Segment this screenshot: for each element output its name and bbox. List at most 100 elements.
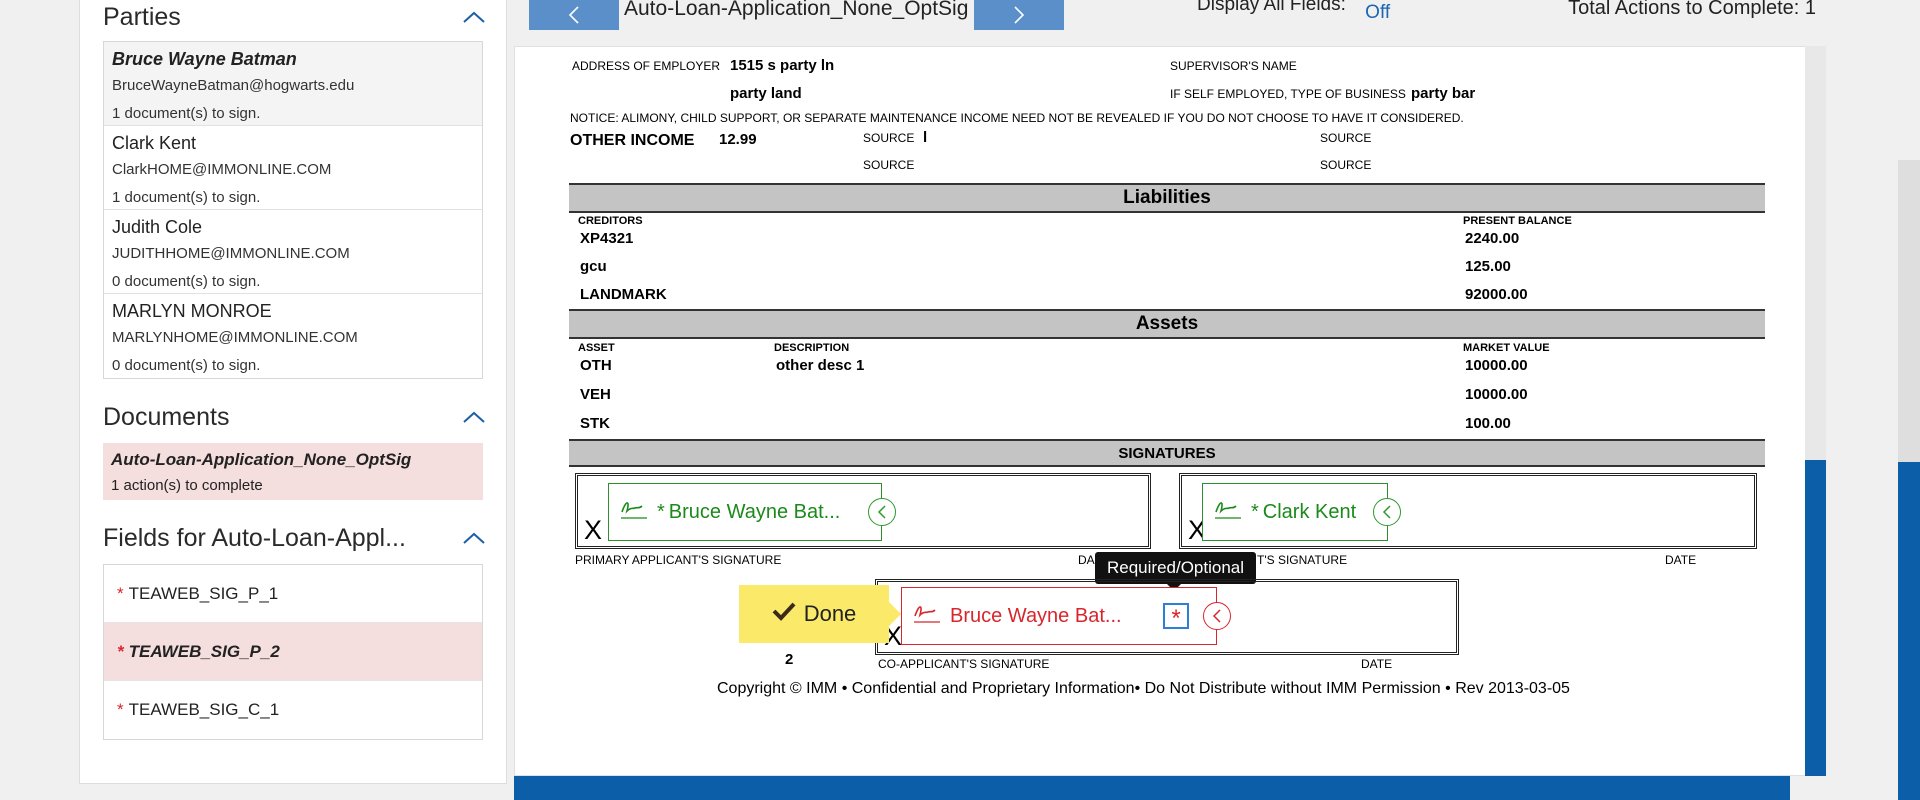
party-email: BruceWayneBatman@hogwarts.edu	[112, 77, 355, 94]
documents-list: Auto-Loan-Application_None_OptSig 1 acti…	[103, 443, 483, 500]
field-label: TEAWEB_SIG_P_2	[128, 641, 280, 661]
fields-title: Fields for Auto-Loan-Appl...	[103, 523, 406, 552]
creditor-name: XP4321	[580, 230, 634, 247]
employer-address-line1: 1515 s party ln	[730, 57, 835, 74]
party-email: ClarkHOME@IMMONLINE.COM	[112, 161, 332, 178]
asset-type: STK	[580, 415, 610, 432]
employer-address-label: ADDRESS OF EMPLOYER	[572, 59, 721, 73]
field-label: TEAWEB_SIG_C_1	[128, 700, 280, 719]
left-panel: Parties Bruce Wayne Batman BruceWayneBat…	[79, 0, 507, 784]
display-all-fields-toggle[interactable]: Off	[1365, 2, 1390, 23]
party-item-clark-kent[interactable]: Clark Kent ClarkHOME@IMMONLINE.COM 1 doc…	[104, 126, 482, 210]
party-doc-count: 0 document(s) to sign.	[112, 273, 261, 290]
done-button[interactable]: Done	[739, 585, 901, 643]
asset-value: 10000.00	[1465, 386, 1528, 403]
asset-label: ASSET	[578, 342, 615, 354]
asset-description: other desc 1	[776, 357, 865, 374]
creditor-balance: 125.00	[1465, 258, 1511, 275]
next-document-button[interactable]	[974, 0, 1064, 30]
party-name: Clark Kent	[112, 133, 197, 153]
creditor-name: gcu	[580, 258, 607, 275]
source-label: SOURCE	[1320, 131, 1372, 145]
source-label: SOURCE	[863, 158, 915, 172]
signature-chip-label: Clark Kent	[1262, 500, 1357, 523]
document-page: ADDRESS OF EMPLOYER 1515 s party ln part…	[515, 47, 1805, 775]
display-all-fields: Display All Fields: Off	[1197, 0, 1390, 23]
party-email: MARLYNHOME@IMMONLINE.COM	[112, 329, 358, 346]
document-item[interactable]: Auto-Loan-Application_None_OptSig 1 acti…	[103, 443, 483, 500]
asset-type: OTH	[580, 357, 612, 374]
checkmark-icon	[772, 601, 796, 627]
display-all-fields-label: Display All Fields:	[1197, 0, 1346, 15]
page-vertical-scrollbar-thumb[interactable]	[1898, 462, 1920, 800]
self-employed-label: IF SELF EMPLOYED, TYPE OF BUSINESS	[1170, 87, 1406, 101]
chevron-right-icon	[1014, 6, 1025, 24]
market-value-label: MARKET VALUE	[1463, 342, 1550, 354]
source-label: SOURCE	[1320, 158, 1372, 172]
signature-pen-icon	[1213, 497, 1243, 527]
assets-section-header: Assets	[569, 309, 1765, 339]
copyright-footer: Copyright © IMM • Confidential and Propr…	[717, 680, 1570, 697]
source-value: l	[923, 129, 928, 146]
co-applicant-signature-label: CO-APPLICANT'S SIGNATURE	[878, 657, 1050, 671]
chevron-left-icon	[568, 6, 579, 24]
date-label: DA	[1078, 553, 1095, 567]
required-star: *	[117, 700, 124, 719]
documents-header[interactable]: Documents	[103, 402, 488, 432]
party-item-judith-cole[interactable]: Judith Cole JUDITHHOME@IMMONLINE.COM 0 d…	[104, 210, 482, 294]
required-star: *	[117, 641, 124, 661]
document-title: Auto-Loan-Application_None_OptSig	[624, 0, 969, 20]
party-name: Bruce Wayne Batman	[112, 49, 297, 69]
collapse-signature-chevron-left-icon[interactable]	[1203, 602, 1231, 630]
fields-list: * TEAWEB_SIG_P_1 * TEAWEB_SIG_P_2 * TEAW…	[103, 564, 483, 740]
signature-chip-label: Bruce Wayne Bat...	[668, 500, 841, 523]
document-vertical-scrollbar-thumb[interactable]	[1805, 460, 1826, 776]
party-doc-count: 1 document(s) to sign.	[112, 189, 261, 206]
co-signature-label: T'S SIGNATURE	[1257, 553, 1348, 567]
source-label: SOURCE	[863, 131, 915, 145]
creditor-balance: 92000.00	[1465, 286, 1528, 303]
parties-title: Parties	[103, 2, 181, 31]
party-name: Judith Cole	[112, 217, 203, 237]
total-actions-counter: Total Actions to Complete: 1	[1568, 0, 1816, 19]
document-horizontal-scrollbar[interactable]	[514, 776, 1790, 800]
signatures-title: SIGNATURES	[1118, 444, 1216, 462]
collapse-fields-chevron-up-icon[interactable]	[460, 524, 488, 552]
field-item-teaweb-sig-c-1[interactable]: * TEAWEB_SIG_C_1	[104, 681, 482, 739]
required-star: *	[657, 500, 665, 523]
assets-title: Assets	[1135, 313, 1199, 334]
collapse-parties-chevron-up-icon[interactable]	[460, 3, 488, 31]
description-label: DESCRIPTION	[774, 342, 850, 354]
field-item-teaweb-sig-p-2[interactable]: * TEAWEB_SIG_P_2	[104, 623, 482, 681]
signature-x-mark: X	[584, 515, 603, 545]
collapse-documents-chevron-up-icon[interactable]	[460, 403, 488, 431]
parties-header[interactable]: Parties	[103, 2, 488, 32]
primary-signature-label: PRIMARY APPLICANT'S SIGNATURE	[575, 553, 782, 567]
self-employed-value: party bar	[1411, 85, 1476, 102]
party-item-marlyn-monroe[interactable]: MARLYN MONROE MARLYNHOME@IMMONLINE.COM 0…	[104, 294, 482, 378]
asset-value: 10000.00	[1465, 357, 1528, 374]
present-balance-label: PRESENT BALANCE	[1463, 215, 1572, 227]
field-label: TEAWEB_SIG_P_1	[128, 583, 279, 603]
employer-address-line2: party land	[730, 85, 802, 102]
required-optional-toggle[interactable]: *	[1163, 603, 1189, 632]
date-label: DATE	[1665, 553, 1697, 567]
required-star: *	[117, 583, 124, 603]
primary-signature-field-signed[interactable]: * Bruce Wayne Bat...	[608, 483, 882, 541]
clark-kent-signature-field-signed[interactable]: * Clark Kent	[1202, 483, 1388, 541]
previous-document-button[interactable]	[529, 0, 619, 30]
required-star: *	[1251, 500, 1259, 523]
other-income-label: OTHER INCOME	[570, 132, 695, 149]
other-income-value: 12.99	[719, 131, 757, 148]
party-name: MARLYN MONROE	[112, 301, 272, 321]
document-name: Auto-Loan-Application_None_OptSig	[111, 450, 412, 469]
collapse-signature-chevron-left-icon[interactable]	[1373, 498, 1401, 526]
asset-value: 100.00	[1465, 415, 1511, 432]
documents-title: Documents	[103, 402, 230, 431]
liabilities-section-header: Liabilities	[569, 183, 1765, 213]
party-email: JUDITHHOME@IMMONLINE.COM	[112, 245, 350, 262]
fields-header[interactable]: Fields for Auto-Loan-Appl...	[103, 523, 488, 553]
party-item-bruce-wayne-batman[interactable]: Bruce Wayne Batman BruceWayneBatman@hogw…	[104, 42, 482, 126]
collapse-signature-chevron-left-icon[interactable]	[868, 498, 896, 526]
field-item-teaweb-sig-p-1[interactable]: * TEAWEB_SIG_P_1	[104, 565, 482, 623]
